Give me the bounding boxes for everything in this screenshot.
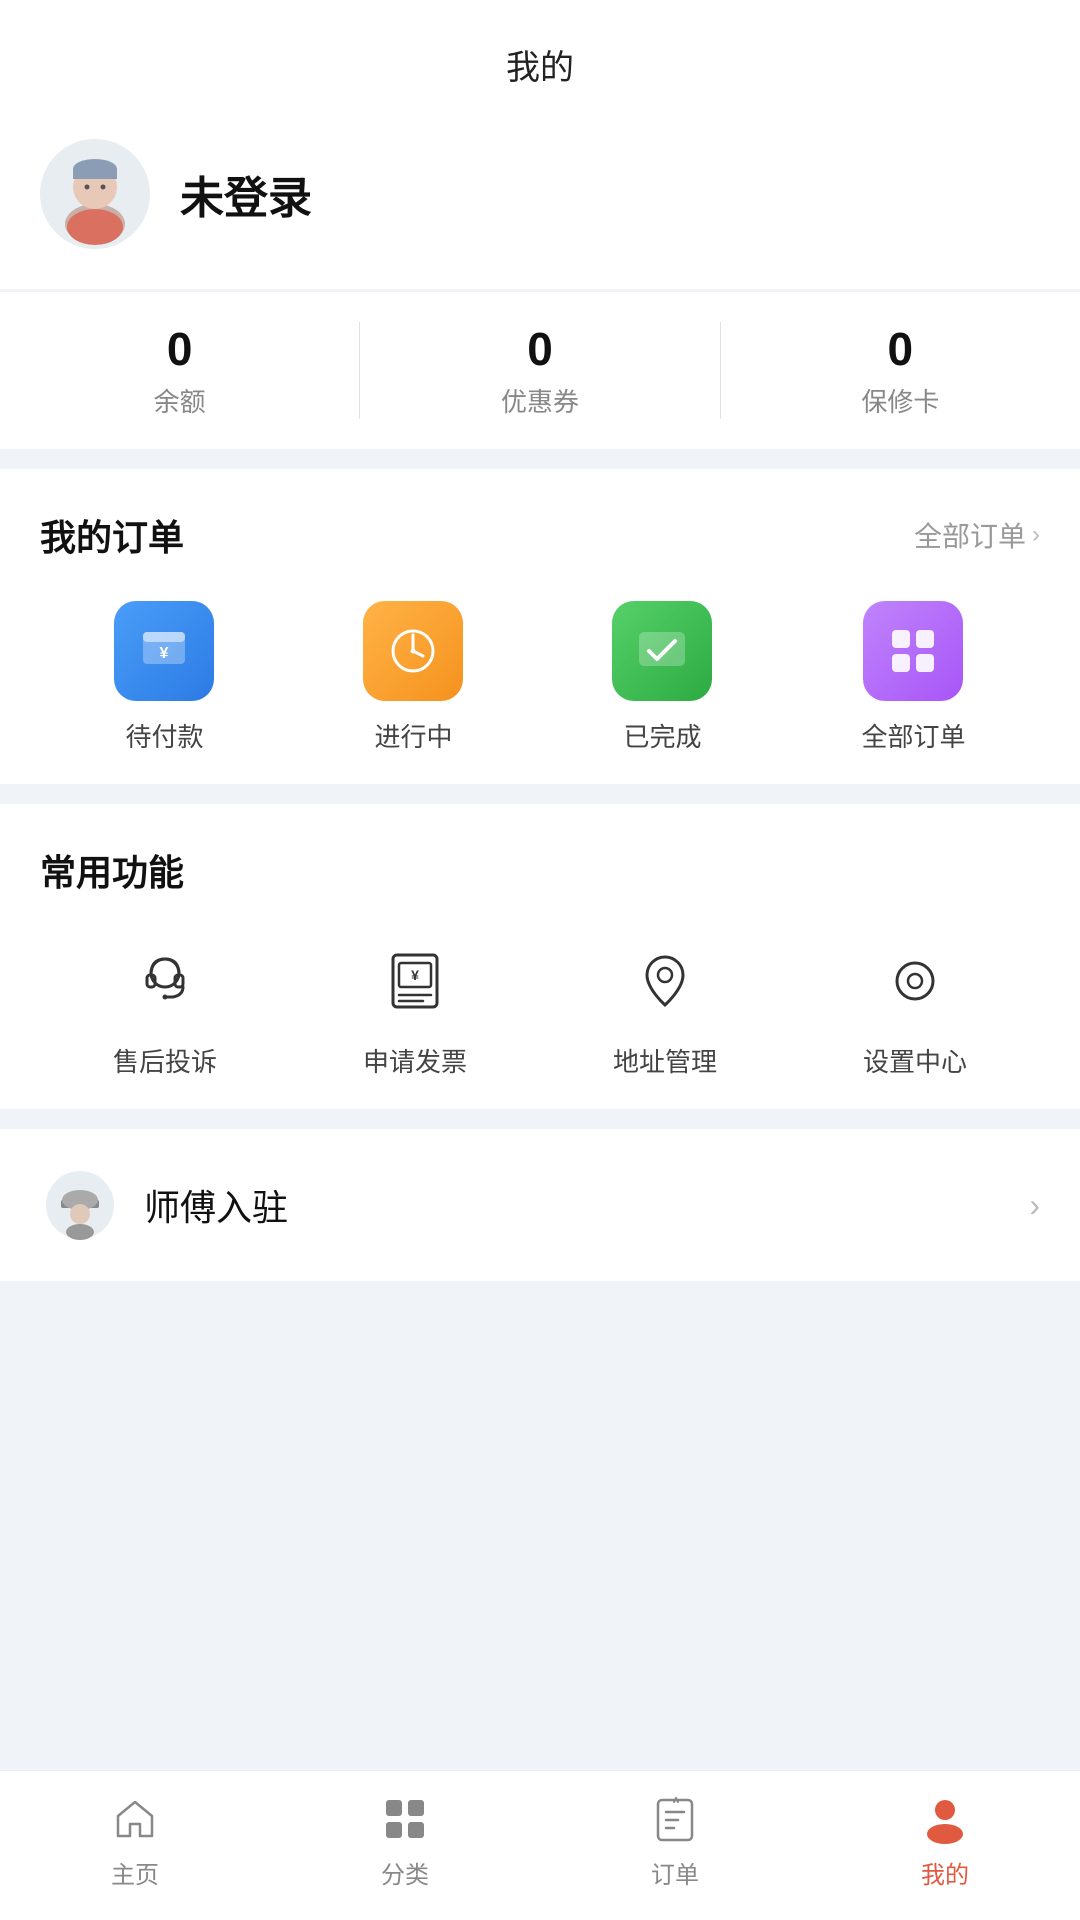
- pending-payment-icon-box: ¥: [114, 601, 214, 701]
- nav-mine[interactable]: 我的: [810, 1791, 1080, 1890]
- master-entry[interactable]: 师傅入驻 ›: [0, 1129, 1080, 1281]
- stat-balance-label: 余额: [154, 382, 206, 419]
- stat-warranty-label: 保修卡: [861, 382, 939, 419]
- header-title: 我的: [506, 49, 574, 87]
- chevron-right-icon: ›: [1032, 521, 1040, 549]
- stats-row: 0 余额 0 优惠券 0 保修卡: [0, 291, 1080, 449]
- nav-category-label: 分类: [381, 1855, 429, 1890]
- master-chevron-icon: ›: [1029, 1187, 1040, 1224]
- address-icon: [620, 936, 710, 1026]
- func-settings[interactable]: 设置中心: [863, 936, 967, 1079]
- orders-card: 我的订单 全部订单 › ¥ 待付款: [0, 469, 1080, 784]
- after-sale-icon: [120, 936, 210, 1026]
- functions-icon-grid: 售后投诉 ¥ 申请发票 地址管理: [40, 936, 1040, 1079]
- avatar[interactable]: [40, 139, 150, 249]
- in-progress-icon-box: [363, 601, 463, 701]
- all-orders-label: 全部订单: [861, 717, 965, 754]
- nav-home[interactable]: 主页: [0, 1791, 270, 1890]
- category-icon: [377, 1791, 433, 1847]
- stat-warranty[interactable]: 0 保修卡: [721, 322, 1080, 419]
- orders-icon: [647, 1791, 703, 1847]
- nav-category[interactable]: 分类: [270, 1791, 540, 1890]
- func-address[interactable]: 地址管理: [613, 936, 717, 1079]
- completed-label: 已完成: [623, 717, 701, 754]
- username-label[interactable]: 未登录: [180, 162, 312, 226]
- in-progress-label: 进行中: [374, 717, 452, 754]
- order-pending-payment[interactable]: ¥ 待付款: [114, 601, 214, 754]
- mine-icon: [917, 1791, 973, 1847]
- orders-icon-grid: ¥ 待付款 进行中: [40, 601, 1040, 754]
- stat-balance[interactable]: 0 余额: [0, 322, 360, 419]
- nav-mine-label: 我的: [921, 1855, 969, 1890]
- master-icon: [40, 1165, 120, 1245]
- stat-balance-value: 0: [167, 322, 193, 376]
- stat-coupon-value: 0: [527, 322, 553, 376]
- invoice-label: 申请发票: [363, 1042, 467, 1079]
- stat-coupon[interactable]: 0 优惠券: [360, 322, 720, 419]
- nav-orders-label: 订单: [651, 1855, 699, 1890]
- order-all[interactable]: 全部订单: [861, 601, 965, 754]
- orders-card-header: 我的订单 全部订单 ›: [40, 509, 1040, 561]
- functions-card: 常用功能 售后投诉: [0, 804, 1080, 1109]
- page-header: 我的: [0, 0, 1080, 109]
- home-icon: [107, 1791, 163, 1847]
- master-label-text: 师傅入驻: [144, 1179, 1005, 1231]
- functions-section-title: 常用功能: [40, 844, 184, 896]
- address-label: 地址管理: [613, 1042, 717, 1079]
- bottom-nav: 主页 分类 订单: [0, 1770, 1080, 1920]
- nav-orders[interactable]: 订单: [540, 1791, 810, 1890]
- functions-card-header: 常用功能: [40, 844, 1040, 896]
- settings-label: 设置中心: [863, 1042, 967, 1079]
- profile-section: 未登录: [0, 109, 1080, 289]
- pending-payment-label: 待付款: [125, 717, 203, 754]
- func-invoice[interactable]: ¥ 申请发票: [363, 936, 467, 1079]
- completed-icon-box: [612, 601, 712, 701]
- order-in-progress[interactable]: 进行中: [363, 601, 463, 754]
- after-sale-label: 售后投诉: [113, 1042, 217, 1079]
- all-orders-link[interactable]: 全部订单 ›: [914, 515, 1040, 555]
- stat-coupon-label: 优惠券: [501, 382, 579, 419]
- nav-home-label: 主页: [111, 1855, 159, 1890]
- func-after-sale[interactable]: 售后投诉: [113, 936, 217, 1079]
- orders-section-title: 我的订单: [40, 509, 184, 561]
- invoice-icon: ¥: [370, 936, 460, 1026]
- svg-text:¥: ¥: [411, 967, 419, 983]
- stat-warranty-value: 0: [888, 322, 914, 376]
- order-completed[interactable]: 已完成: [612, 601, 712, 754]
- svg-text:¥: ¥: [160, 645, 169, 662]
- settings-icon: [870, 936, 960, 1026]
- all-orders-icon-box: [863, 601, 963, 701]
